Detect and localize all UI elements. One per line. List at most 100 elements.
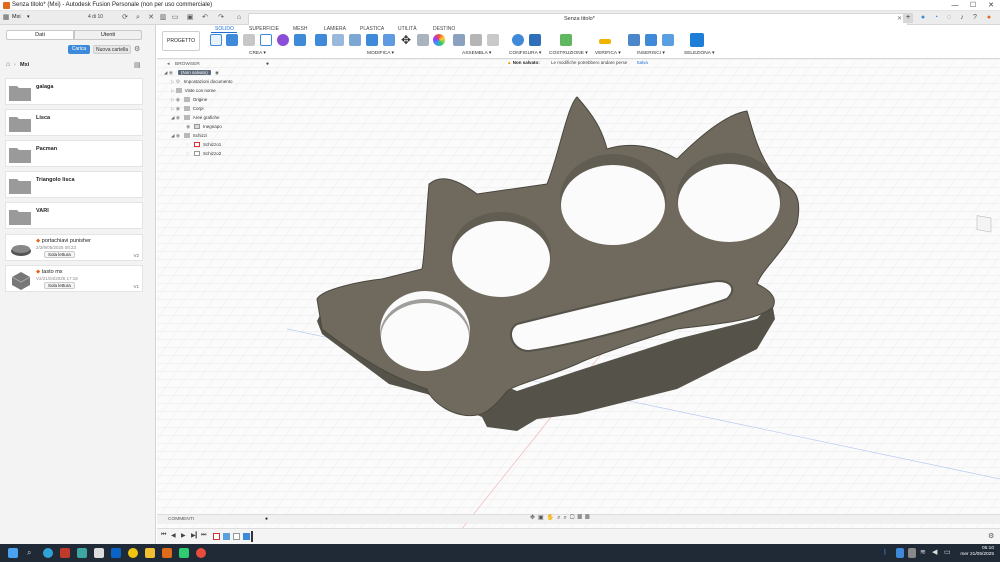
canvas-viewport[interactable]: ◂ BROWSER ● ◢ ◉ (Non salvato) ◉ ▷ ⚙ Impos… [157,59,1000,535]
list-item[interactable]: Pacman [5,140,143,167]
settings-icon[interactable]: ⚙ [134,45,140,53]
tab-utilities[interactable]: UTILITÀ [398,26,417,32]
extensions-icon[interactable]: ● [918,13,928,23]
read-only-badge[interactable]: Sola lettura [44,282,75,289]
tree-item[interactable]: ▷ ◉ Origine [171,97,207,106]
shell-icon[interactable] [366,34,378,46]
list-item[interactable]: Triangolo lisca [5,171,143,198]
tree-item[interactable]: ◌ Schizzo2 [186,151,221,160]
close-panel-icon[interactable]: ✕ [146,13,156,23]
new-component-icon[interactable] [453,34,465,46]
list-item[interactable]: Lisca [5,109,143,136]
battery-icon[interactable]: ▭ [944,548,952,558]
job-status-icon[interactable]: ◔ [931,13,941,23]
assemble-menu[interactable]: ASSEMBLA ▾ [462,51,491,56]
maximize-button[interactable]: ☐ [966,1,980,10]
configure-icon[interactable] [529,34,541,46]
fusion-taskbar-icon[interactable] [162,548,172,558]
tab-mesh[interactable]: MESH [293,26,307,32]
measure-icon[interactable] [599,39,611,44]
minimize-button[interactable]: — [948,1,962,10]
eye-icon[interactable]: ◉ [176,97,182,103]
breadcrumb[interactable]: Mxi [20,62,29,68]
list-item[interactable]: ◆ portachiavi punisher 2/3/9/05/2025 08:… [5,234,143,261]
data-panel-icon[interactable]: ▥ [158,13,168,23]
bell-icon[interactable]: ♪ [957,13,967,23]
tree-item[interactable]: ▷ Viste con nome [171,88,216,97]
insert-mesh-icon[interactable] [645,34,657,46]
new-tab-button[interactable]: + [903,13,913,23]
create-sketch-icon[interactable] [210,34,222,46]
wifi-icon[interactable]: ≋ [920,548,928,558]
view-cube[interactable] [976,215,992,233]
pin-icon[interactable]: ● [266,61,269,67]
eye-icon[interactable]: ◉ [176,115,182,121]
new-folder-button[interactable]: Nuova cartella [93,45,131,54]
close-tab-icon[interactable]: ✕ [897,15,902,22]
play-icon[interactable]: ▶ [181,532,186,539]
tab-data[interactable]: Dati [6,30,74,40]
file-icon[interactable]: ▭ [170,13,180,23]
system-clock[interactable]: 05:10 mer 21/05/2025 [960,546,994,558]
undo-icon[interactable]: ↶ [200,13,210,23]
navigation-tools-icon[interactable]: ✥▣✋⌕⌕▢▦▦ [530,515,593,521]
tree-item[interactable]: ◌ Schizzo1 [186,142,221,151]
tray-icon[interactable] [896,548,904,558]
go-to-end-icon[interactable]: ⏭ [201,532,206,539]
timeline-marker[interactable] [251,531,253,542]
notifications-icon[interactable]: ◌ [944,13,954,23]
move-icon[interactable]: ✥ [400,34,412,46]
read-only-badge[interactable]: Sola lettura [44,251,75,258]
construct-menu[interactable]: COSTRUZIONE ▾ [549,51,588,56]
go-to-start-icon[interactable]: ⏮ [161,532,166,539]
tree-item[interactable]: ◢ ◉ Schizzi [171,133,207,142]
save-link[interactable]: Salva [637,60,648,65]
select-icon[interactable] [690,33,704,47]
insert-menu[interactable]: INSERISCI ▾ [637,51,665,56]
tab-plastic[interactable]: PLASTICA [360,26,384,32]
timeline-sketch2-icon[interactable] [233,533,240,540]
tree-root[interactable]: ◢ ◉ (Non salvato) ◉ [164,70,219,79]
acrobat-icon[interactable] [60,548,70,558]
app-icon[interactable] [179,548,189,558]
as-built-joint-icon[interactable] [487,34,499,46]
document-tab[interactable]: Senza titolo* ✕ [248,13,908,25]
user-switcher[interactable]: Mxi [12,14,21,20]
list-item[interactable]: galaga [5,78,143,105]
profile-icon[interactable]: ● [984,13,994,23]
sweep-icon[interactable] [260,34,272,46]
joint-icon[interactable] [470,34,482,46]
bluetooth-icon[interactable]: ᛒ [883,548,889,558]
insert-derive-icon[interactable] [628,34,640,46]
3d-canvas[interactable] [157,59,1000,535]
extrude-icon[interactable] [226,34,238,46]
revolve-icon[interactable] [243,34,255,46]
eye-icon[interactable]: ◌ [186,151,192,157]
eye-icon[interactable]: ◌ [186,142,192,148]
redo-icon[interactable]: ↷ [216,13,226,23]
align-icon[interactable] [417,34,429,46]
settings-icon[interactable]: ⚙ [988,532,994,540]
explorer-icon[interactable] [145,548,155,558]
tab-people[interactable]: Utenti [74,30,142,40]
help-icon[interactable]: ? [970,13,980,23]
offset-plane-icon[interactable] [560,34,572,46]
app-icon[interactable] [94,548,104,558]
fillet-icon[interactable] [332,34,344,46]
insert-canvas-icon[interactable] [662,34,674,46]
list-item[interactable]: VARI [5,202,143,229]
collapse-icon[interactable]: ◂ [167,61,170,67]
eye-icon[interactable]: ◉ [186,124,192,130]
timeline-canvas-icon[interactable] [223,533,230,540]
step-forward-icon[interactable]: ▶▎ [191,532,200,539]
new-item-icon[interactable]: ▤ [134,61,141,69]
search-icon[interactable]: ⌕ [133,13,143,23]
volume-icon[interactable]: ◀ [932,548,940,558]
project-button[interactable]: PROGETTO [162,31,200,51]
grid-menu-icon[interactable]: ▦ [2,13,10,23]
eye-icon[interactable]: ◉ [169,70,175,76]
eye-icon[interactable]: ◉ [176,106,182,112]
eye-icon[interactable]: ◉ [176,133,182,139]
form-icon[interactable] [277,34,289,46]
list-item[interactable]: ◆ tasto mx V2/21/04/2025 17:18 Sola lett… [5,265,143,292]
